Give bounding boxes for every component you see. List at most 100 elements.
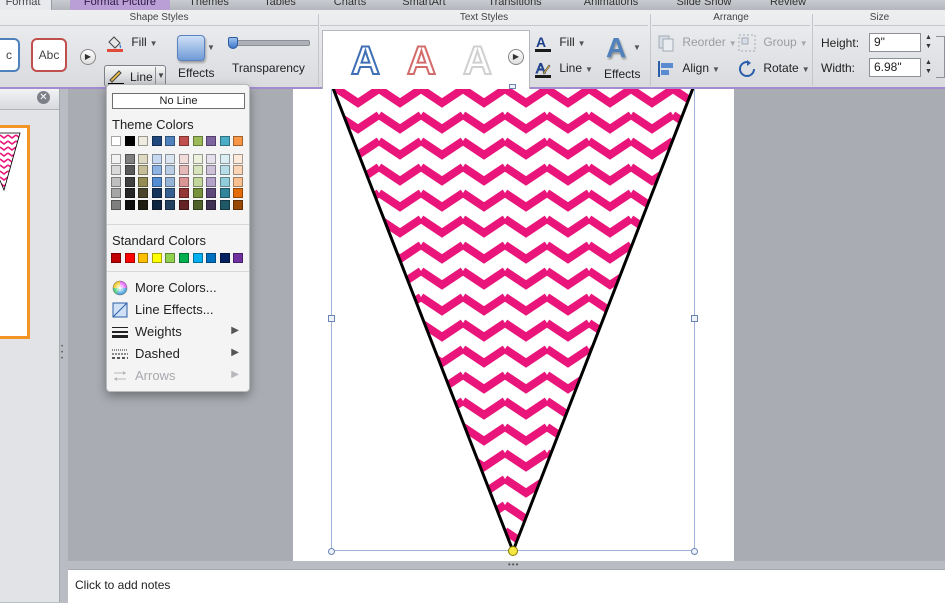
transparency-slider-track[interactable] [232, 40, 310, 46]
tab-transitions[interactable]: Transitions [478, 0, 552, 10]
standard-color-swatch[interactable] [124, 253, 135, 263]
theme-shade-swatch[interactable] [192, 199, 203, 210]
resize-handle-bottom-right[interactable] [691, 548, 698, 555]
dashed-item[interactable]: Dashed ▶ [107, 344, 249, 364]
shape-styles-more-button[interactable]: ▶ [80, 49, 96, 65]
theme-shade-swatch[interactable] [179, 199, 189, 210]
theme-shade-swatch[interactable] [111, 154, 121, 164]
reorder-button[interactable]: Reorder ▼ [657, 34, 737, 52]
theme-shade-swatch[interactable] [233, 199, 244, 210]
tab-themes[interactable]: Themes [180, 0, 238, 10]
standard-color-swatch[interactable] [233, 253, 244, 263]
tab-review[interactable]: Review [760, 0, 816, 10]
notes-resize-handle[interactable]: ••• [508, 561, 532, 569]
theme-shade-swatch[interactable] [219, 154, 230, 164]
text-effects-button[interactable]: A ▼ Effects [602, 32, 644, 82]
theme-color-swatch[interactable] [179, 136, 189, 146]
theme-shade-swatch[interactable] [124, 176, 135, 187]
theme-shade-swatch[interactable] [165, 199, 176, 210]
theme-color-swatch[interactable] [206, 136, 217, 146]
resize-handle-right[interactable] [691, 315, 698, 322]
theme-shade-swatch[interactable] [206, 176, 217, 187]
theme-shade-swatch[interactable] [165, 165, 176, 176]
theme-shade-swatch[interactable] [219, 176, 230, 187]
theme-color-swatch[interactable] [124, 136, 135, 146]
line-effects-item[interactable]: Line Effects... [107, 300, 249, 320]
standard-color-swatch[interactable] [206, 253, 217, 263]
theme-shade-swatch[interactable] [111, 176, 121, 187]
wordart-gallery[interactable]: A A A [322, 30, 530, 90]
standard-color-swatch[interactable] [165, 253, 176, 263]
theme-shade-swatch[interactable] [233, 165, 244, 176]
theme-shade-swatch[interactable] [219, 165, 230, 176]
transparency-slider-thumb[interactable] [227, 37, 238, 49]
text-fill-button[interactable]: A Fill ▼ [534, 34, 586, 52]
shape-effects-button[interactable]: ▼ Effects [174, 32, 215, 82]
theme-shade-swatch[interactable] [179, 165, 189, 176]
theme-shade-swatch[interactable] [151, 165, 162, 176]
tab-animations[interactable]: Animations [574, 0, 648, 10]
standard-color-swatch[interactable] [192, 253, 203, 263]
shape-style-preset-2[interactable]: Abc [31, 38, 67, 72]
theme-shade-swatch[interactable] [206, 154, 217, 164]
theme-shade-swatch[interactable] [138, 176, 149, 187]
rotate-button[interactable]: Rotate ▼ [738, 60, 810, 78]
theme-shade-swatch[interactable] [206, 165, 217, 176]
shape-style-preset-1[interactable]: c [0, 38, 20, 72]
wordart-style-gray[interactable]: A [462, 38, 493, 84]
text-line-button[interactable]: A Line ▼ [534, 60, 593, 78]
theme-shade-swatch[interactable] [151, 199, 162, 210]
height-input[interactable]: 9" [869, 33, 921, 52]
theme-shade-swatch[interactable] [111, 199, 121, 210]
theme-color-swatch[interactable] [111, 136, 121, 146]
tab-slide-show[interactable]: Slide Show [668, 0, 740, 10]
theme-shade-swatch[interactable] [165, 188, 176, 199]
more-colors-item[interactable]: More Colors... [107, 278, 249, 298]
theme-shade-swatch[interactable] [124, 165, 135, 176]
theme-color-swatch[interactable] [192, 136, 203, 146]
standard-color-swatch[interactable] [151, 253, 162, 263]
theme-shade-swatch[interactable] [151, 154, 162, 164]
tab-format[interactable]: Format [0, 0, 52, 10]
theme-shade-swatch[interactable] [124, 154, 135, 164]
height-stepper[interactable]: ▲ ▼ [924, 33, 933, 52]
theme-shade-swatch[interactable] [233, 188, 244, 199]
theme-shade-swatch[interactable] [111, 165, 121, 176]
wordart-style-blue[interactable]: A [350, 38, 381, 84]
theme-shade-swatch[interactable] [233, 176, 244, 187]
arrows-item[interactable]: Arrows ▶ [107, 366, 249, 386]
resize-handle-left[interactable] [328, 315, 335, 322]
theme-shade-swatch[interactable] [192, 188, 203, 199]
theme-shade-swatch[interactable] [138, 199, 149, 210]
theme-shade-swatch[interactable] [233, 154, 244, 164]
theme-shade-swatch[interactable] [206, 199, 217, 210]
theme-color-swatch[interactable] [165, 136, 176, 146]
tab-format-picture[interactable]: Format Picture [70, 0, 170, 10]
width-stepper[interactable]: ▲ ▼ [924, 58, 933, 77]
notes-placeholder[interactable]: Click to add notes [75, 578, 170, 592]
theme-shade-swatch[interactable] [151, 176, 162, 187]
resize-handle-bottom-left[interactable] [328, 548, 335, 555]
standard-color-swatch[interactable] [111, 253, 121, 263]
standard-color-swatch[interactable] [138, 253, 149, 263]
theme-shade-swatch[interactable] [138, 165, 149, 176]
tab-charts[interactable]: Charts [322, 0, 378, 10]
theme-shade-swatch[interactable] [179, 188, 189, 199]
theme-shade-swatch[interactable] [151, 188, 162, 199]
theme-shade-swatch[interactable] [138, 188, 149, 199]
wordart-style-red[interactable]: A [406, 38, 437, 84]
theme-color-swatch[interactable] [151, 136, 162, 146]
slide-thumbnail[interactable] [0, 125, 30, 339]
tab-smartart[interactable]: SmartArt [392, 0, 456, 10]
shape-fill-button[interactable]: Fill ▼ [106, 34, 158, 52]
theme-shade-swatch[interactable] [192, 165, 203, 176]
theme-shade-swatch[interactable] [192, 154, 203, 164]
theme-shade-swatch[interactable] [219, 199, 230, 210]
group-button[interactable]: Group ▼ [738, 34, 808, 52]
weights-item[interactable]: Weights ▶ [107, 322, 249, 342]
close-icon[interactable]: ✕ [37, 91, 50, 104]
pane-resize-handle[interactable]: • • • [61, 344, 64, 364]
theme-shade-swatch[interactable] [111, 188, 121, 199]
width-input[interactable]: 6.98" [869, 58, 921, 77]
theme-shade-swatch[interactable] [124, 199, 135, 210]
